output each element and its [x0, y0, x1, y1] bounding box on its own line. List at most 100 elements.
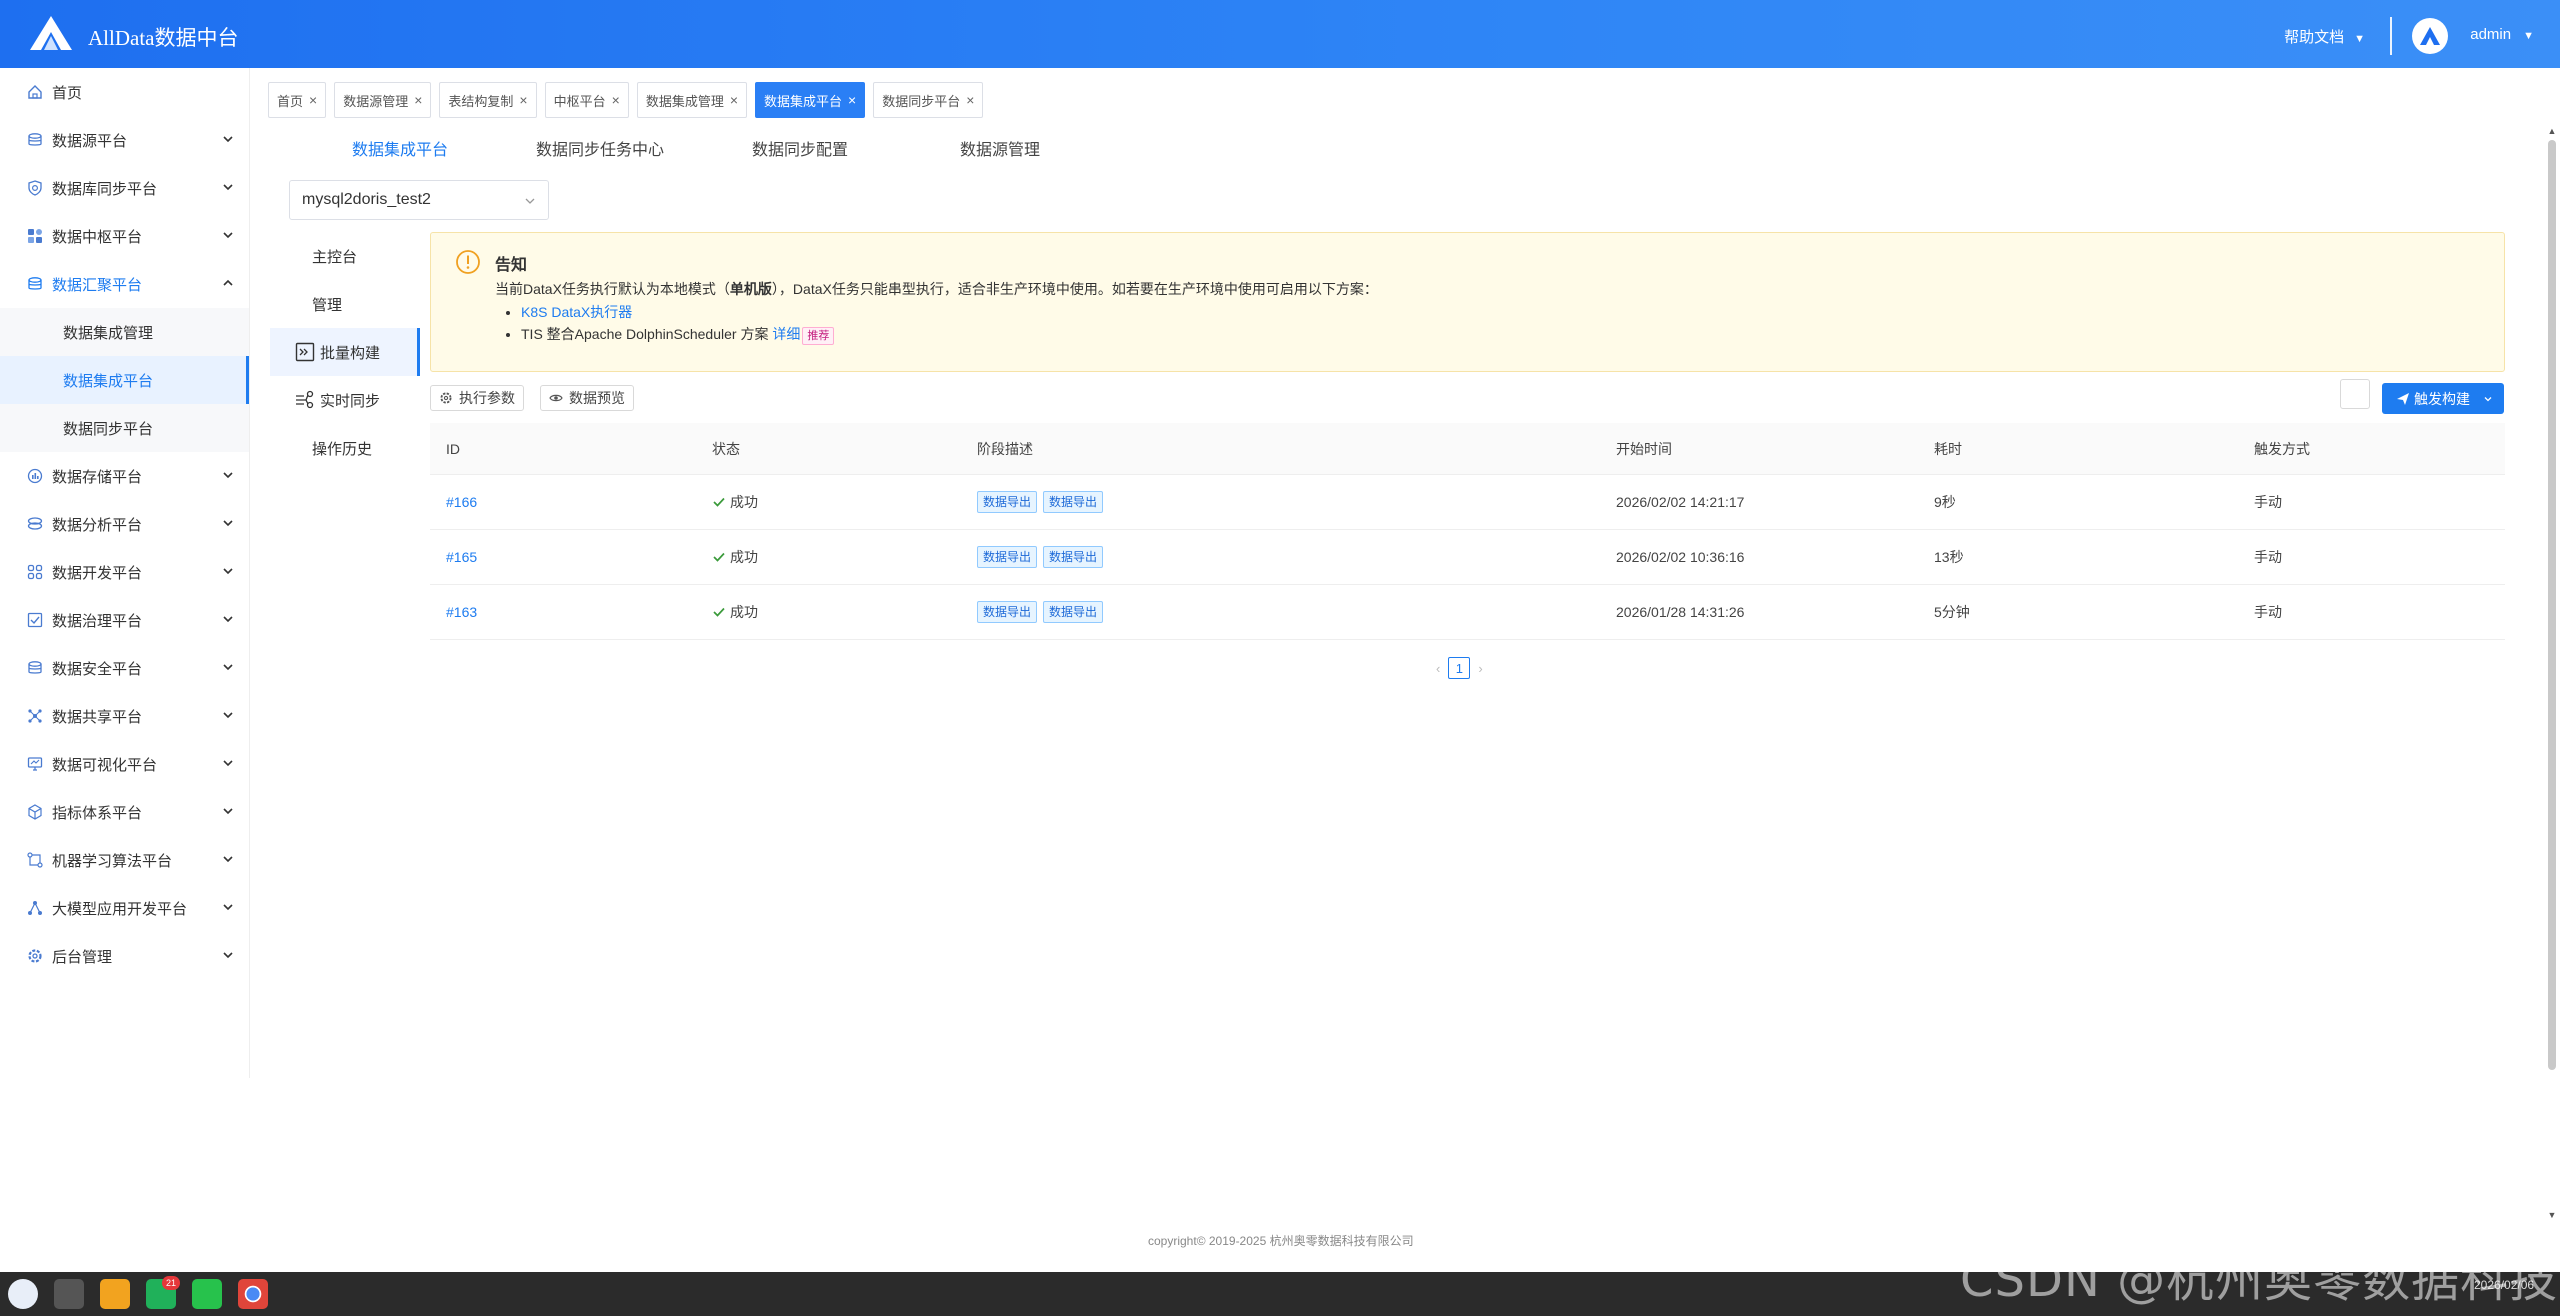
trigger-cell: 手动 — [2254, 494, 2282, 510]
chevron-down-icon — [223, 664, 233, 671]
tab-sync-task-center[interactable]: 数据同步任务中心 — [500, 136, 700, 160]
sidebar-item-sharing[interactable]: 数据共享平台 — [0, 692, 249, 740]
exec-params-label: 执行参数 — [459, 390, 515, 406]
sidebar-subitem-sync-platform[interactable]: 数据同步平台 — [0, 404, 249, 452]
task-view-icon[interactable] — [54, 1279, 84, 1309]
storage-icon — [26, 467, 44, 485]
settings-icon — [26, 947, 44, 965]
tab-datasource-mgmt[interactable]: 数据源管理 — [900, 136, 1100, 160]
help-docs-dropdown[interactable]: 帮助文档 ▼ — [2284, 26, 2365, 47]
close-icon[interactable]: × — [966, 92, 974, 108]
start-menu-icon[interactable] — [8, 1279, 38, 1309]
logo-icon[interactable] — [28, 14, 74, 52]
sidebar-item-admin[interactable]: 后台管理 — [0, 932, 249, 980]
data-preview-button[interactable]: 数据预览 — [540, 385, 634, 411]
tag-schema-copy[interactable]: 表结构复制 × — [439, 82, 537, 118]
trigger-build-button[interactable]: 触发构建 — [2382, 383, 2504, 414]
cube-icon — [26, 803, 44, 821]
sidebar-item-metrics[interactable]: 指标体系平台 — [0, 788, 249, 836]
tag-sync-platform[interactable]: 数据同步平台 × — [873, 82, 984, 118]
tag-integration-platform[interactable]: 数据集成平台 × — [755, 82, 866, 118]
database-icon — [26, 131, 44, 149]
blank-square-button[interactable] — [2340, 379, 2370, 409]
stage-badge: 数据导出 — [1043, 491, 1104, 513]
realtime-sync-icon — [294, 390, 316, 410]
sidebar-subitem-integration-mgmt[interactable]: 数据集成管理 — [0, 308, 249, 356]
sidebar-item-home[interactable]: 首页 — [0, 68, 249, 116]
user-name: admin — [2470, 26, 2512, 43]
batch-build-icon — [294, 342, 316, 362]
build-id-link[interactable]: #163 — [446, 604, 477, 620]
column-header-id: ID — [446, 440, 460, 457]
sync-shield-icon — [26, 179, 44, 197]
stage-cell: 数据导出 数据导出 — [977, 546, 1109, 568]
pipeline-select[interactable]: mysql2doris_test2 — [289, 180, 549, 220]
sidebar-item-label: 数据源平台 — [52, 132, 128, 150]
sidebar-item-llm[interactable]: 大模型应用开发平台 — [0, 884, 249, 932]
csdn-watermark: CSDN @杭州奥零数据科技 — [1960, 1252, 2559, 1308]
close-icon[interactable]: × — [612, 92, 620, 108]
prev-page-icon[interactable]: ‹ — [1436, 661, 1440, 676]
sidebar-item-storage[interactable]: 数据存储平台 — [0, 452, 249, 500]
chrome-icon[interactable] — [238, 1279, 268, 1309]
sidebar-item-label: 数据存储平台 — [52, 468, 143, 486]
wechat-icon[interactable] — [192, 1279, 222, 1309]
tag-home[interactable]: 首页 × — [268, 82, 327, 118]
stage-badge: 数据导出 — [977, 601, 1038, 623]
scroll-down-icon[interactable]: ▼ — [2546, 1210, 2558, 1220]
sidebar-item-db-sync[interactable]: 数据库同步平台 — [0, 164, 249, 212]
sidebar-item-visualization[interactable]: 数据可视化平台 — [0, 740, 249, 788]
avatar[interactable] — [2412, 18, 2448, 54]
tab-sync-config[interactable]: 数据同步配置 — [700, 136, 900, 160]
exec-params-button[interactable]: 执行参数 — [430, 385, 524, 411]
trigger-build-label: 触发构建 — [2414, 390, 2470, 407]
close-icon[interactable]: × — [309, 92, 317, 108]
column-header-duration: 耗时 — [1934, 440, 1962, 457]
build-id-link[interactable]: #165 — [446, 549, 477, 565]
close-icon[interactable]: × — [848, 92, 856, 108]
nav-history[interactable]: 操作历史 — [270, 424, 420, 472]
scrollbar-thumb[interactable] — [2548, 140, 2556, 1070]
sidebar-item-ml[interactable]: 机器学习算法平台 — [0, 836, 249, 884]
sidebar-item-governance[interactable]: 数据治理平台 — [0, 596, 249, 644]
tag-hub-platform[interactable]: 中枢平台 × — [544, 82, 629, 118]
sidebar-item-security[interactable]: 数据安全平台 — [0, 644, 249, 692]
pipeline-select-value: mysql2doris_test2 — [302, 191, 431, 208]
sidebar-item-aggregation[interactable]: 数据汇聚平台 — [0, 260, 249, 308]
details-link[interactable]: 详细 — [772, 326, 800, 342]
next-page-icon[interactable]: › — [1478, 661, 1482, 676]
scroll-up-icon[interactable]: ▲ — [2546, 126, 2558, 136]
app-title: AllData数据中台 — [88, 26, 239, 50]
table-header: ID 状态 阶段描述 开始时间 耗时 触发方式 — [430, 423, 2505, 475]
file-manager-icon[interactable] — [100, 1279, 130, 1309]
chevron-down-icon — [223, 232, 233, 239]
k8s-datax-link[interactable]: K8S DataX执行器 — [521, 304, 632, 320]
close-icon[interactable]: × — [730, 92, 738, 108]
sidebar-subitem-integration-platform[interactable]: 数据集成平台 — [0, 356, 249, 404]
sidebar-item-analysis[interactable]: 数据分析平台 — [0, 500, 249, 548]
tag-integration-mgmt[interactable]: 数据集成管理 × — [636, 82, 748, 118]
sidebar-item-datasource[interactable]: 数据源平台 — [0, 116, 249, 164]
chevron-down-icon — [2484, 397, 2492, 402]
tab-integration-platform[interactable]: 数据集成平台 — [300, 136, 500, 160]
column-header-trigger: 触发方式 — [2254, 440, 2310, 457]
close-icon[interactable]: × — [414, 92, 422, 108]
nav-console[interactable]: 主控台 — [270, 232, 420, 280]
data-preview-label: 数据预览 — [569, 390, 625, 406]
home-icon — [26, 83, 44, 101]
page-number[interactable]: 1 — [1448, 657, 1471, 679]
sidebar: 首页 数据源平台 数据库同步平台 数据中枢平台 数据汇聚平台 数据集成管理 数据… — [0, 68, 250, 1078]
sidebar-item-hub[interactable]: 数据中枢平台 — [0, 212, 249, 260]
user-menu[interactable]: admin ▼ — [2470, 26, 2534, 43]
sidebar-item-dev[interactable]: 数据开发平台 — [0, 548, 249, 596]
check-icon — [713, 607, 725, 617]
nav-batch-build[interactable]: 批量构建 — [270, 328, 420, 376]
tag-datasource-mgmt[interactable]: 数据源管理 × — [334, 82, 432, 118]
sidebar-item-label: 大模型应用开发平台 — [52, 900, 188, 918]
chevron-down-icon — [223, 856, 233, 863]
duration-cell: 9秒 — [1934, 494, 1956, 510]
close-icon[interactable]: × — [519, 92, 527, 108]
nav-realtime-sync[interactable]: 实时同步 — [270, 376, 420, 424]
nav-manage[interactable]: 管理 — [270, 280, 420, 328]
build-id-link[interactable]: #166 — [446, 494, 477, 510]
